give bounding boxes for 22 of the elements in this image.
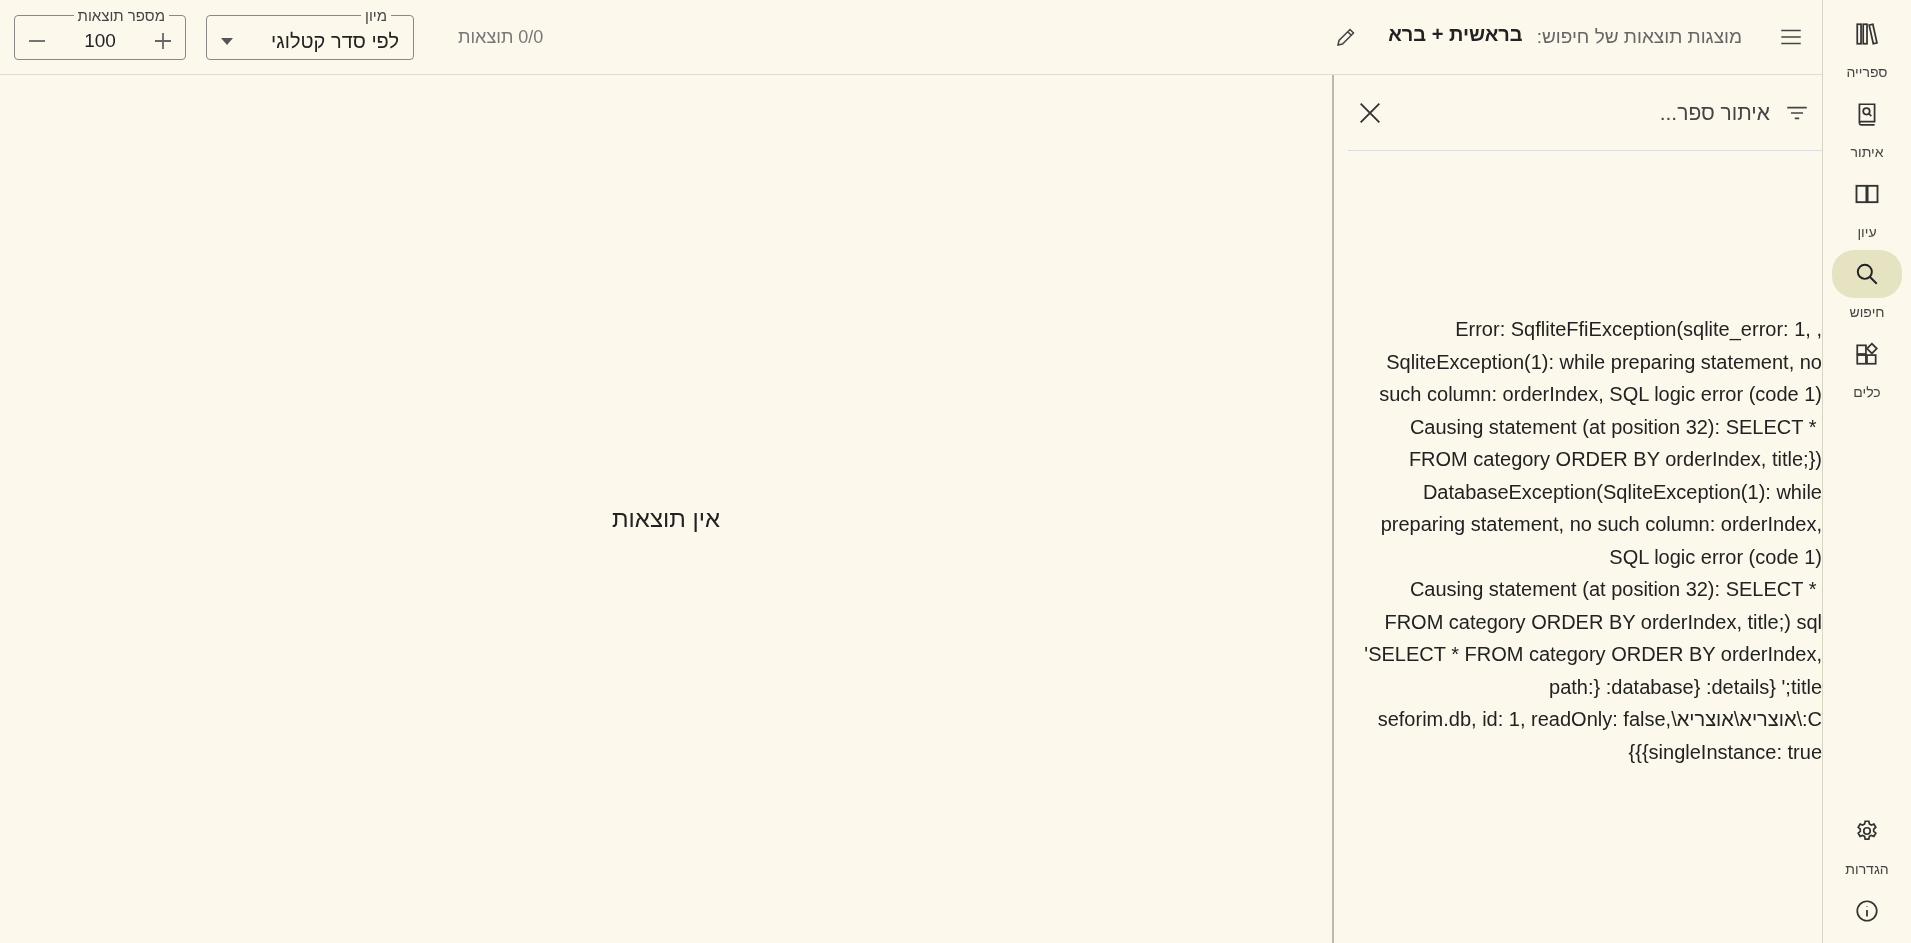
rail-item[interactable]: עיון (1832, 168, 1902, 242)
rail-item[interactable]: הגדרות (1832, 805, 1902, 879)
heading-label: מוצגות תוצאות של חיפוש: (1536, 26, 1742, 48)
widgets-icon (1854, 341, 1880, 367)
sort-legend: מיון (361, 8, 391, 23)
empty-message: אין תוצאות (612, 505, 720, 533)
books-icon (1854, 21, 1880, 47)
book-filter-field[interactable]: איתור ספר... (1400, 99, 1772, 126)
minus-icon (27, 40, 47, 42)
rail-item[interactable]: איתור (1832, 88, 1902, 162)
error-message: Error: SqfliteFfiException(sqlite_error: 1, , SqliteException(1): while preparing statement, no such column: orderIndex, SQL logic error (code 1) Causing statement (at position 32): SELECT * FROM category ORDER BY orderIndex, title;}) DatabaseException(SqliteException(1): while preparing statement, no such column: orderIndex, SQL logic error (code 1) Causing statement (at position 32): SELECT * FROM category ORDER BY orderIndex, title;) sql 'SELECT * FROM category ORDER BY orderIndex, title;' {details: {database: {path: C:\אוצריא\אוצריא\seforim.db, id: 1, readOnly: false, singleInstance: true}}} (1363, 317, 1822, 765)
search-query: בראשית + ברא (1388, 22, 1523, 46)
page-size-value: 100 (84, 30, 116, 52)
sort-value: לפי סדר קטלוגי (271, 29, 399, 53)
search-icon (1854, 261, 1880, 287)
rail-item[interactable]: כלים (1832, 328, 1902, 402)
plus-icon (153, 31, 173, 51)
rail-item[interactable]: ספרייה (1832, 8, 1902, 82)
page-size-legend: מספר תוצאות (73, 8, 169, 23)
results-count: 0/0 תוצאות (458, 26, 544, 48)
info-icon (1854, 898, 1880, 924)
caret-icon (221, 37, 233, 45)
